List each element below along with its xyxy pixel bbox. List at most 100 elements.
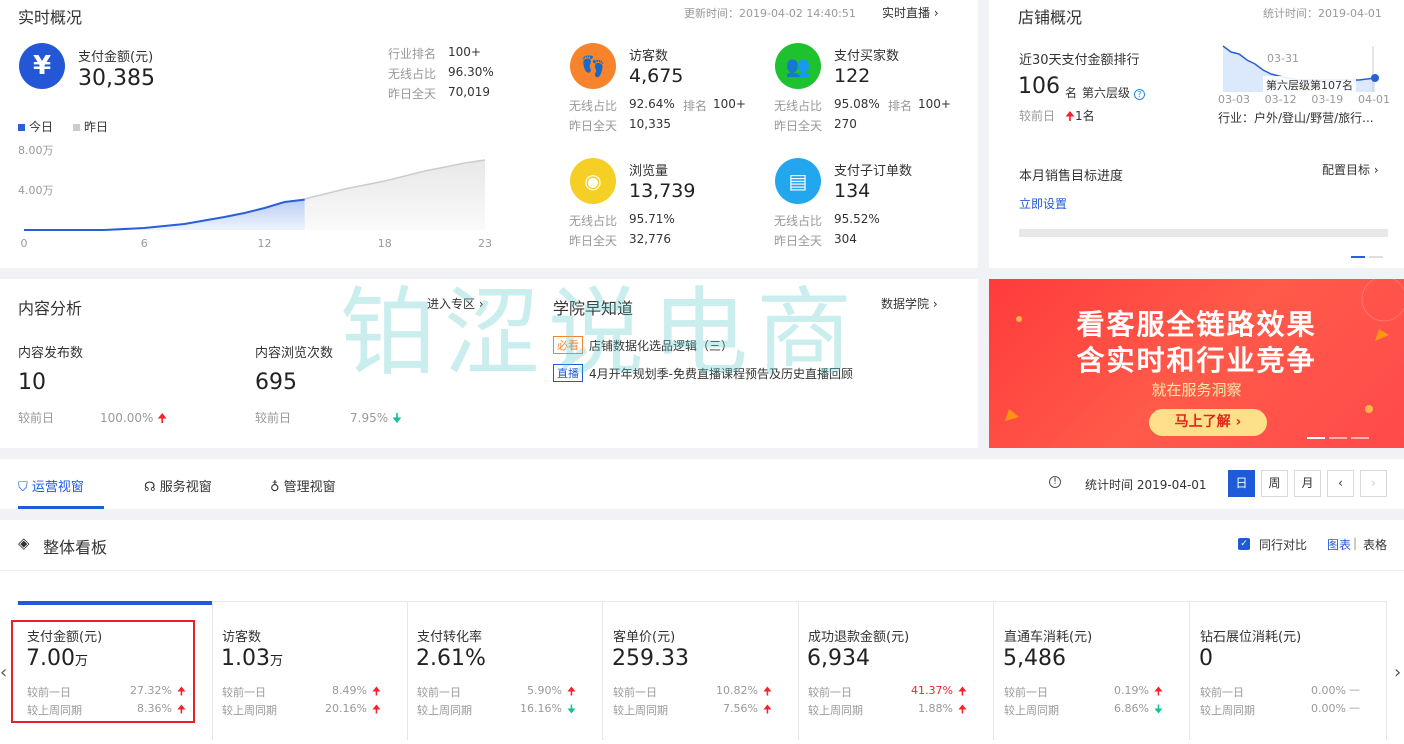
target-title: 本月销售目标进度 xyxy=(1019,169,1124,184)
compare-day-value: 0.19% xyxy=(1114,684,1149,697)
banner-dot[interactable] xyxy=(1351,437,1369,439)
week-button[interactable]: 周 xyxy=(1261,470,1288,497)
day-button[interactable]: 日 xyxy=(1228,470,1255,497)
promo-banner[interactable]: 看客服全链路效果 含实时和行业竞争 就在服务洞察 马上了解 › xyxy=(989,279,1404,448)
legend-today[interactable]: 今日 xyxy=(18,118,53,135)
board-metric-card[interactable]: 直通车消耗(元) 5,486 较前一日 0.19% 🠉 较上周同期 6.86% … xyxy=(995,602,1190,740)
content-title: 内容分析 xyxy=(18,299,83,318)
spark-x-axis: 03-03 03-12 03-19 04-01 xyxy=(1218,93,1390,106)
enter-zone-label[interactable]: 进入专区 xyxy=(427,297,475,311)
table-view-toggle[interactable]: 表格 xyxy=(1363,536,1387,553)
board-metric-label: 访客数 xyxy=(222,630,262,645)
wireless-label: 无线占比 xyxy=(388,67,437,81)
target-progress-bar xyxy=(1019,229,1388,237)
tab-service-label[interactable]: 服务视窗 xyxy=(160,480,212,495)
compare-week-value: 7.56% xyxy=(723,702,758,715)
tab-management-label[interactable]: 管理视窗 xyxy=(284,480,336,495)
set-now-link[interactable]: 立即设置 xyxy=(1019,195,1067,212)
tab-operations-label[interactable]: 运营视窗 xyxy=(32,480,84,495)
update-time: 更新时间：2019-04-02 14:40:51 xyxy=(684,7,856,20)
pager-dot[interactable] xyxy=(1369,256,1383,258)
metric-yesterday-value: 304 xyxy=(834,232,857,246)
compare-week-label: 较上周同期 xyxy=(1004,704,1059,717)
chevron-right-icon: › xyxy=(1235,414,1242,430)
metric-value: 134 xyxy=(834,180,871,202)
month-button[interactable]: 月 xyxy=(1294,470,1321,497)
live-link-label[interactable]: 实时直播 xyxy=(882,6,930,20)
board-metric-label: 成功退款金额(元) xyxy=(808,630,910,645)
board-metric-card[interactable]: 钻石展位消耗(元) 0 较前一日 0.00% — 较上周同期 0.00% — xyxy=(1191,602,1387,740)
enter-zone-link[interactable]: 进入专区 › xyxy=(427,295,484,312)
rank-compare-label: 较前日 xyxy=(1019,109,1056,123)
peer-compare-label[interactable]: 同行对比 xyxy=(1259,536,1307,553)
compare-week-value: 20.16% xyxy=(325,702,367,715)
prev-date-button[interactable]: ‹ xyxy=(1327,470,1354,497)
board-metric-label: 钻石展位消耗(元) xyxy=(1200,630,1302,645)
board-metric-card[interactable]: 访客数 1.03万 较前一日 8.49% 🠉 较上周同期 20.16% 🠉 xyxy=(213,602,408,740)
board-metric-label: 支付转化率 xyxy=(417,630,483,645)
legend-today-label: 今日 xyxy=(29,120,54,134)
publish-label: 内容发布数 xyxy=(18,346,84,361)
info-icon[interactable]: ! xyxy=(1049,476,1061,488)
arrow-down-icon: 🠋 xyxy=(391,411,402,425)
rank-value: 106 xyxy=(1018,74,1060,99)
metric-yesterday-value: 270 xyxy=(834,117,857,131)
compare-day-arrow-icon: 🠉 xyxy=(957,685,967,698)
compare-week-value: 0.00% xyxy=(1311,702,1346,715)
rank-unit: 名 xyxy=(1065,86,1078,100)
metric-rank-label: 排名 xyxy=(683,99,708,113)
metric-value: 122 xyxy=(834,65,871,87)
metric-yesterday-label: 昨日全天 xyxy=(569,119,618,133)
board-metric-card[interactable]: 客单价(元) 259.33 较前一日 10.82% 🠉 较上周同期 7.56% … xyxy=(604,602,799,740)
banner-button-label[interactable]: 马上了解 xyxy=(1175,414,1231,430)
arrow-up-icon: 🠉 xyxy=(1065,109,1075,123)
medal-icon: ♁ xyxy=(270,480,280,495)
compare-day-value: 41.37% xyxy=(911,684,953,697)
live-link[interactable]: 实时直播 › xyxy=(882,4,939,21)
compare-day-arrow-icon: 🠉 xyxy=(762,685,772,698)
tab-operations[interactable]: ⛉ 运营视窗 xyxy=(18,476,84,495)
peer-compare-checkbox[interactable]: ✓ xyxy=(1238,538,1250,550)
config-target-link[interactable]: 配置目标 › xyxy=(1322,161,1379,178)
board-metric-card[interactable]: 支付转化率 2.61% 较前一日 5.90% 🠉 较上周同期 16.16% 🠋 xyxy=(408,602,603,740)
banner-button[interactable]: 马上了解 › xyxy=(1149,409,1267,436)
banner-dot-active[interactable] xyxy=(1307,437,1325,439)
academy-item-text[interactable]: 店铺数据化选品逻辑（三） xyxy=(589,337,733,354)
metric-yesterday-value: 32,776 xyxy=(629,232,671,246)
chevron-right-icon: › xyxy=(1371,476,1376,490)
tab-management[interactable]: ♁ 管理视窗 xyxy=(270,476,336,495)
spark-date: 03-31 xyxy=(1267,52,1299,65)
next-date-button[interactable]: › xyxy=(1360,470,1387,497)
board-metric-value: 6,934 xyxy=(807,646,870,671)
rank-compare: 🠉1名 xyxy=(1065,107,1095,128)
compare-week-label: 较上周同期 xyxy=(613,704,668,717)
config-target-label[interactable]: 配置目标 xyxy=(1322,163,1370,177)
legend-yesterday[interactable]: 昨日 xyxy=(73,118,108,135)
academy-item[interactable]: 直播 4月开年规划季-免费直播课程预告及历史直播回顾 xyxy=(553,364,853,382)
banner-dot[interactable] xyxy=(1329,437,1347,439)
view-toggle-divider: | xyxy=(1353,536,1358,550)
board-metric-card[interactable]: 成功退款金额(元) 6,934 较前一日 41.37% 🠉 较上周同期 1.88… xyxy=(799,602,994,740)
chart-view-toggle[interactable]: 图表 xyxy=(1327,536,1351,553)
chevron-left-icon: ‹ xyxy=(1338,476,1343,490)
tabs-stat-time: 统计时间 2019-04-01 xyxy=(1085,478,1207,492)
yesterday-label: 昨日全天 xyxy=(388,87,437,101)
academy-link-label[interactable]: 数据学院 xyxy=(881,297,929,311)
browse-compare-label: 较前日 xyxy=(255,411,292,425)
scroll-right-button[interactable]: › xyxy=(1394,662,1401,683)
question-icon[interactable]: ? xyxy=(1133,89,1145,100)
pager-dot-active[interactable] xyxy=(1351,256,1365,258)
compare-day-arrow-icon: 🠉 xyxy=(1153,685,1163,698)
compare-day-label: 较前一日 xyxy=(222,686,266,699)
browse-compare-value: 7.95% xyxy=(350,411,389,425)
academy-item-text[interactable]: 4月开年规划季-免费直播课程预告及历史直播回顾 xyxy=(589,365,853,382)
board-metric-number: 259.33 xyxy=(612,646,689,671)
academy-item[interactable]: 必看 店铺数据化选品逻辑（三） xyxy=(553,336,733,354)
chevron-right-icon: › xyxy=(478,297,484,311)
academy-link[interactable]: 数据学院 › xyxy=(881,295,938,312)
banner-line2: 含实时和行业竞争 xyxy=(1076,344,1317,377)
scroll-left-button[interactable]: ‹ xyxy=(0,662,7,683)
board-metric-label: 直通车消耗(元) xyxy=(1004,630,1093,645)
tab-service[interactable]: ☊ 服务视窗 xyxy=(144,476,212,495)
rank-title: 近30天支付金额排行 xyxy=(1019,53,1140,68)
